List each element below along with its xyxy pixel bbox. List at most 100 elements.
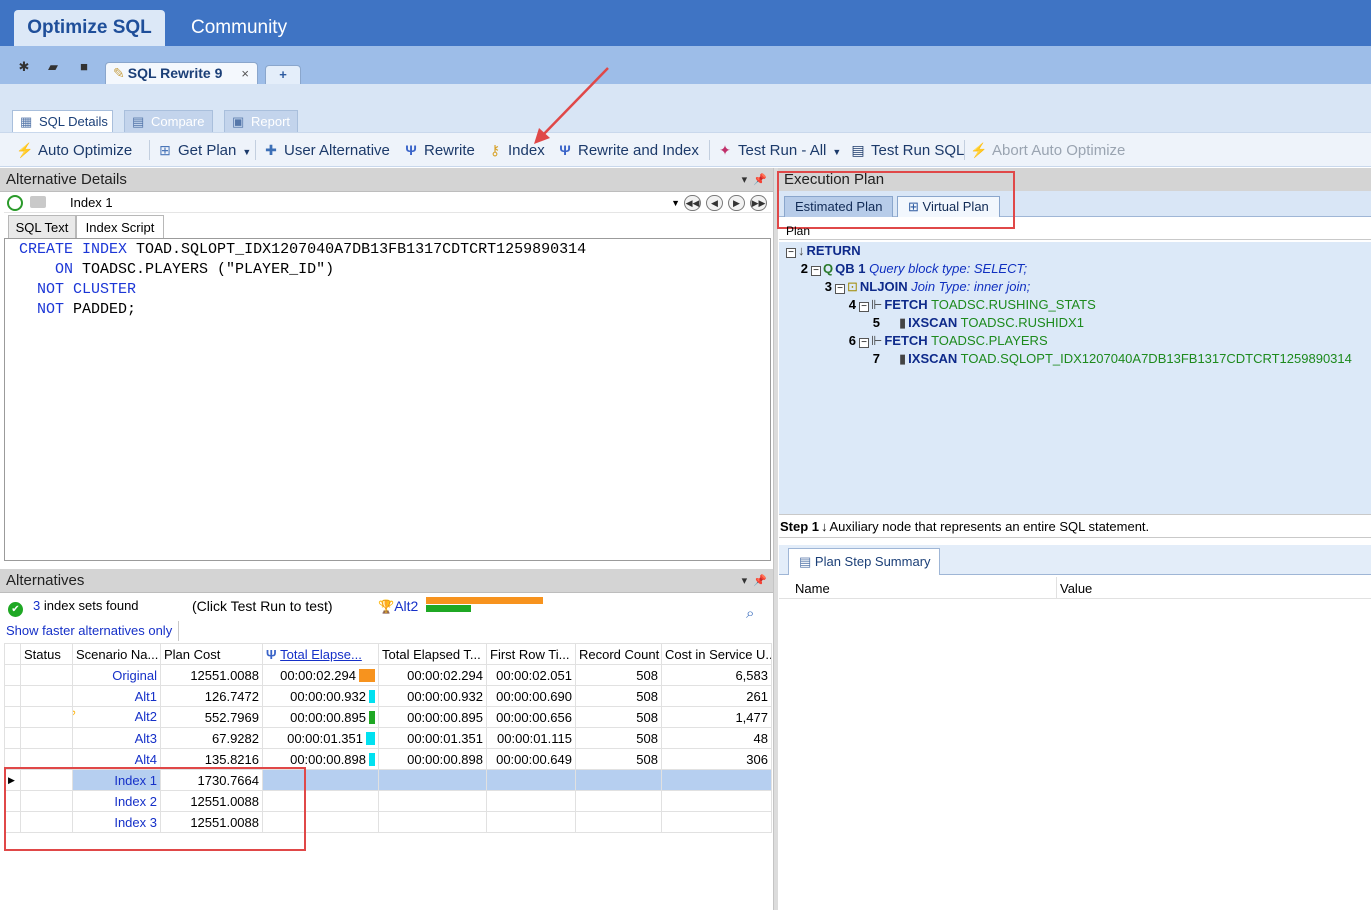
tab-index-script[interactable]: Index Script (76, 215, 164, 240)
status-cell (20, 685, 73, 707)
table-row[interactable]: Original 12551.0088 00:00:02.294 00:00:0… (4, 664, 772, 686)
scenario-name[interactable]: Original (72, 664, 161, 686)
col-first-row-time[interactable]: First Row Ti... (486, 643, 576, 665)
table-row[interactable]: Alt1 126.7472 00:00:00.932 00:00:00.932 … (4, 685, 772, 707)
tab-sql-details[interactable]: ▦ SQL Details (12, 110, 113, 132)
record-count: 508 (575, 727, 662, 749)
total-elapsed: 00:00:00.932 (378, 685, 487, 707)
auto-optimize-button[interactable]: ⚡ Auto Optimize (16, 139, 132, 161)
index-set-count[interactable]: 3 (33, 598, 40, 613)
user-alternative-button[interactable]: ✚ User Alternative (262, 139, 390, 161)
plan-node[interactable]: 6− ⊩ FETCH TOADSC.PLAYERS (842, 332, 1048, 350)
tab-report[interactable]: ▣ Report (224, 110, 298, 132)
col-scenario-name[interactable]: Scenario Na... (72, 643, 161, 665)
refresh-icon[interactable] (7, 195, 23, 211)
col-value[interactable]: Value (1060, 581, 1092, 596)
tab-optimize-sql[interactable]: Optimize SQL (14, 10, 165, 46)
scenario-name[interactable]: Alt4 (72, 748, 161, 770)
tab-estimated-plan[interactable]: Estimated Plan (784, 196, 894, 217)
new-icon[interactable]: ✱ (16, 59, 32, 75)
status-cell (20, 706, 73, 728)
doc-tab-label: SQL Rewrite 9 (127, 65, 223, 81)
scenario-name[interactable]: Index 3 (72, 811, 161, 833)
open-folder-icon[interactable]: ▰ (45, 59, 61, 75)
rewrite-button[interactable]: Ψ Rewrite (402, 139, 475, 161)
get-plan-button[interactable]: ⊞ Get Plan ▼ (156, 139, 251, 161)
col-status[interactable]: Status (20, 643, 73, 665)
service-units: 48 (661, 727, 772, 749)
col-record-count[interactable]: Record Count (575, 643, 662, 665)
best-alternative[interactable]: 🏆Alt2 (378, 596, 418, 616)
next-icon[interactable]: ▶ (728, 195, 745, 211)
plan-cost: 552.7969 (160, 706, 263, 728)
scenario-name[interactable]: 🏆 Alt2 (72, 706, 161, 728)
add-tab-button[interactable]: + (265, 65, 301, 84)
plan-node-op: IXSCAN (908, 351, 958, 366)
close-icon[interactable]: × (241, 63, 249, 84)
first-row-time: 00:00:00.656 (486, 706, 576, 728)
table-row[interactable]: Alt3 67.9282 00:00:01.351 00:00:01.351 0… (4, 727, 772, 749)
scenario-name[interactable]: Alt3 (72, 727, 161, 749)
table-row[interactable]: 🏆 Alt2 552.7969 00:00:00.895 00:00:00.895… (4, 706, 772, 728)
scenario-name[interactable]: Index 2 (72, 790, 161, 812)
plan-node-op: RETURN (806, 243, 861, 258)
tab-compare[interactable]: ▤ Compare (124, 110, 213, 132)
collapse-icon[interactable]: − (859, 302, 869, 312)
previous-icon[interactable]: ◀ (706, 195, 723, 211)
pin-icon[interactable]: ▾ 📌 (742, 168, 767, 192)
alternative-select[interactable]: Index 1 ▼ (70, 194, 680, 212)
collapse-icon[interactable]: − (859, 338, 869, 348)
table-row[interactable]: Alt4 135.8216 00:00:00.898 00:00:00.898 … (4, 748, 772, 770)
chevron-down-icon[interactable]: ▼ (671, 194, 680, 212)
first-row-time (486, 790, 576, 812)
scenario-name[interactable]: Alt1 (72, 685, 161, 707)
pin-icon[interactable]: ▾ 📌 (742, 569, 767, 593)
abort-auto-optimize-button[interactable]: ⚡ Abort Auto Optimize (970, 139, 1125, 161)
plan-node[interactable]: 5 ▮ IXSCAN TOADSC.RUSHIDX1 (866, 314, 1084, 332)
col-cost-in-service-units[interactable]: Cost in Service U... (661, 643, 772, 665)
first-icon[interactable]: ◀◀ (684, 195, 701, 211)
table-row[interactable]: Index 3 12551.0088 (4, 811, 772, 833)
plan-node-number: 7 (872, 351, 880, 366)
col-name[interactable]: Name (795, 581, 830, 596)
vertical-splitter[interactable] (773, 168, 778, 910)
plan-cost: 12551.0088 (160, 790, 263, 812)
col-plan-cost[interactable]: Plan Cost (160, 643, 263, 665)
collapse-icon[interactable]: − (835, 284, 845, 294)
scenario-name[interactable]: Index 1 (72, 769, 161, 791)
elapsed-bar-cell: 00:00:00.898 (262, 748, 379, 770)
table-row[interactable]: Index 2 12551.0088 (4, 790, 772, 812)
row-indicator (4, 685, 21, 707)
plan-node[interactable]: 2− Q QB 1 Query block type: SELECT; (794, 260, 1027, 278)
plan-node[interactable]: 7 ▮ IXSCAN TOAD.SQLOPT_IDX1207040A7DB13FB1… (866, 350, 1352, 368)
plan-node-op: FETCH (884, 297, 928, 312)
chevron-down-icon[interactable]: ▼ (242, 147, 251, 157)
toolbar-separator (149, 140, 150, 160)
save-icon[interactable]: ■ (76, 59, 92, 75)
collapse-icon[interactable]: − (811, 266, 821, 276)
show-faster-alternatives-link[interactable]: Show faster alternatives only (6, 622, 172, 640)
last-icon[interactable]: ▶▶ (750, 195, 767, 211)
col-total-elapsed[interactable]: Total Elapsed T... (378, 643, 487, 665)
col-total-elapsed-bar[interactable]: Ψ Total Elapse... (262, 643, 379, 665)
folder-icon[interactable] (30, 196, 46, 208)
plan-node[interactable]: 3− ⊡ NLJOIN Join Type: inner join; (818, 278, 1030, 296)
elapsed-value: 00:00:00.895 (290, 709, 366, 725)
plan-node-return[interactable]: − ↓ RETURN (786, 242, 861, 260)
test-run-all-button[interactable]: ✦ Test Run - All ▼ (716, 139, 841, 161)
chevron-down-icon[interactable]: ▼ (832, 147, 841, 157)
return-icon: ↓ (821, 519, 828, 534)
table-row-selected[interactable]: ▶ Index 1 1730.7664 (4, 769, 772, 791)
collapse-icon[interactable]: − (786, 248, 796, 258)
index-script-editor[interactable]: CREATE INDEX TOAD.SQLOPT_IDX1207040A7DB1… (4, 238, 771, 561)
tab-virtual-plan[interactable]: ⊞ Virtual Plan (897, 196, 1000, 217)
details-icon: ▦ (20, 114, 33, 129)
plan-node[interactable]: 4− ⊩ FETCH TOADSC.RUSHING_STATS (842, 296, 1096, 314)
test-run-sql-button[interactable]: ▤ Test Run SQL (849, 139, 964, 161)
tab-community[interactable]: Community (179, 10, 299, 46)
search-icon[interactable]: ⌕ (746, 605, 754, 622)
tab-sql-text[interactable]: SQL Text (8, 215, 76, 239)
doc-tab-sql-rewrite[interactable]: ✎ SQL Rewrite 9 × (105, 62, 258, 84)
tab-plan-step-summary[interactable]: ▤ Plan Step Summary (788, 548, 940, 575)
